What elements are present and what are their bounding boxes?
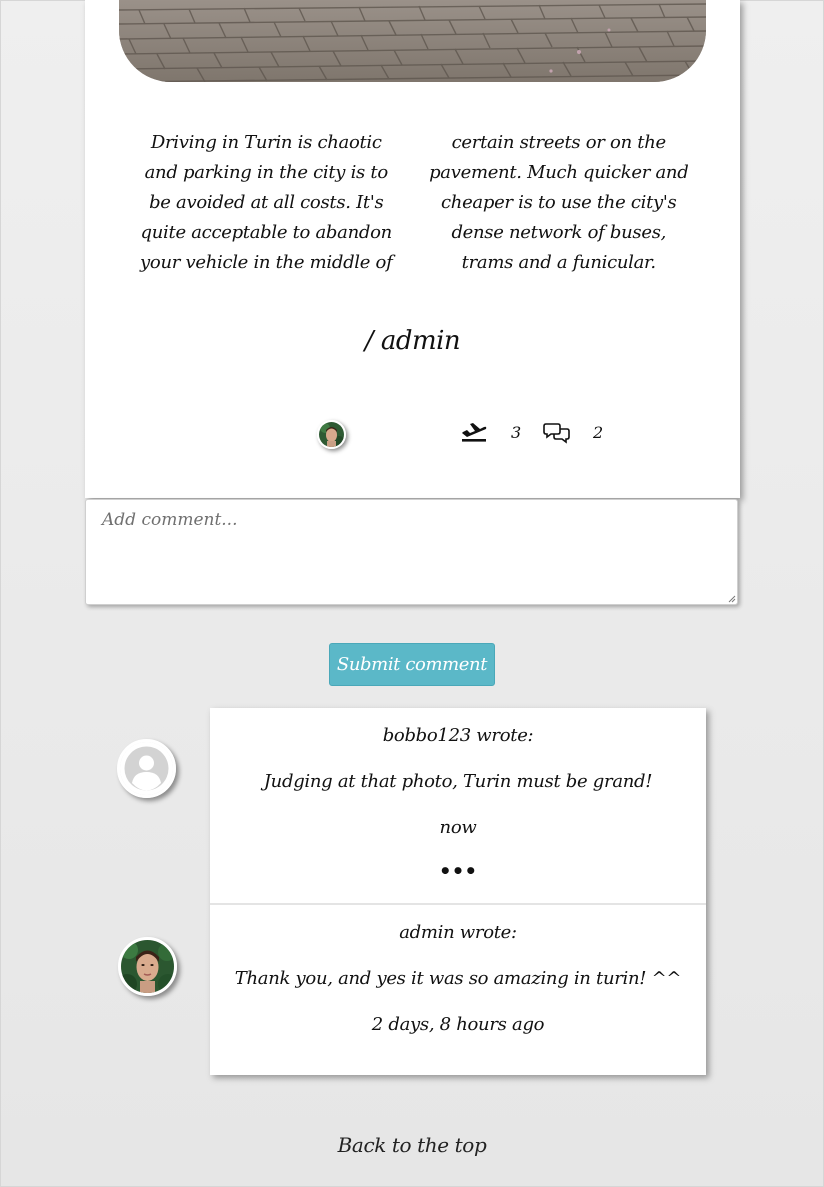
comment-input[interactable] [86,500,737,604]
trips-count: 3 [511,423,522,442]
avatar-photo-icon [319,422,344,447]
admin-photo-icon [121,940,174,993]
comment-box [85,499,738,605]
comment-more-options[interactable]: ••• [210,861,706,881]
comment-avatar-admin[interactable] [118,937,177,996]
post-card: Driving in Turin is chaotic and parking … [85,0,740,498]
comment-time: 2 days, 8 hours ago [371,1014,545,1035]
comment-text: Judging at that photo, Turin must be gra… [263,771,653,792]
comments-list: bobbo123 wrote: Judging at that photo, T… [210,708,706,1075]
cobblestone-photo [119,0,706,82]
post-meta: 3 2 [315,418,603,450]
comment-author[interactable]: admin wrote: [210,922,706,943]
comment-avatar-bobbo123[interactable] [117,739,176,798]
post-author[interactable]: / admin [85,326,740,356]
post-body-text: Driving in Turin is chaotic and parking … [140,132,689,273]
post-image [119,0,706,82]
back-to-top-link[interactable]: Back to the top [0,1133,824,1157]
author-avatar[interactable] [317,420,346,449]
speech-bubbles-icon[interactable] [543,421,571,449]
comment-text: Thank you, and yes it was so amazing in … [234,968,682,989]
resize-grip-icon[interactable] [728,595,736,603]
comment-divider [210,903,706,905]
submit-comment-button[interactable]: Submit comment [329,643,495,686]
comments-count: 2 [593,423,604,442]
default-user-icon [120,742,173,795]
comment-time: now [439,817,477,838]
plane-departure-icon[interactable] [461,421,487,447]
comment-author[interactable]: bobbo123 wrote: [210,725,706,746]
